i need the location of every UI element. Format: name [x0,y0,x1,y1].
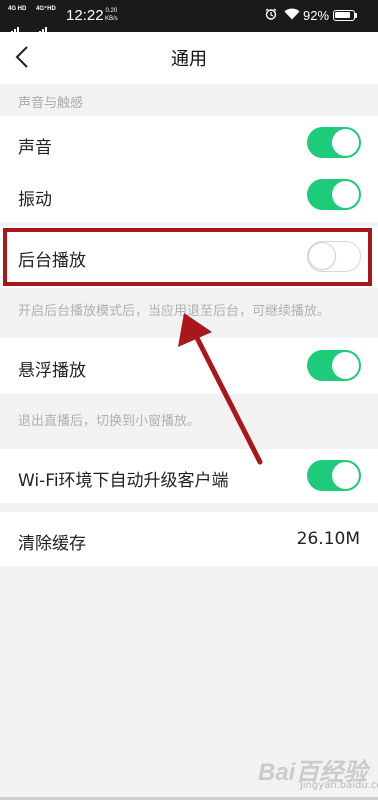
wifi-icon [284,8,300,20]
watermark-subtext: jingyan.baidu.com [300,780,378,791]
setting-row-wifi-upgrade: Wi-Fi环境下自动升级客户端 [0,449,378,503]
cache-size-value: 26.10M [296,529,360,549]
toggle-knob [332,352,359,379]
setting-row-float-play: 悬浮播放 [0,338,378,394]
section-header-sound-touch: 声音与触感 [18,96,84,111]
sound-label: 声音 [18,138,52,158]
page-title: 通用 [171,49,207,70]
setting-row-sound: 声音 [0,116,378,170]
alarm-icon [265,8,277,20]
battery-icon [333,10,355,21]
setting-row-clear-cache[interactable]: 清除缓存 26.10M [0,512,378,566]
network-speed: 0.20 KB/s [105,7,118,23]
vibrate-toggle[interactable] [307,179,361,210]
float-play-toggle[interactable] [307,350,361,381]
setting-row-vibrate: 振动 [0,170,378,222]
background-play-hint: 开启后台播放模式后，当应用退至后台，可继续播放。 [18,304,331,319]
toggle-knob [332,462,359,489]
status-bar: 4G HD 4G⁺HD 12:22 0.20 KB/s 92% [0,0,378,36]
nav-bar: 通用 [0,32,378,84]
battery-tip [355,13,357,18]
network-speed-unit: KB/s [105,16,118,22]
sound-toggle[interactable] [307,127,361,158]
signal-1-label: 4G HD [8,6,27,12]
float-play-hint: 退出直播后，切换到小窗播放。 [18,414,201,429]
wifi-upgrade-toggle[interactable] [307,460,361,491]
wifi-upgrade-label: Wi-Fi环境下自动升级客户端 [18,471,229,491]
vibrate-label: 振动 [18,190,52,210]
clear-cache-label: 清除缓存 [18,534,86,554]
signal-2-label: 4G⁺HD [36,6,56,12]
annotation-highlight-box [3,228,372,286]
clock: 12:22 [66,7,104,24]
battery-percent: 92% [303,8,330,23]
toggle-knob [332,181,359,208]
toggle-knob [332,129,359,156]
float-play-label: 悬浮播放 [18,361,86,381]
network-speed-value: 0.20 [105,8,118,14]
